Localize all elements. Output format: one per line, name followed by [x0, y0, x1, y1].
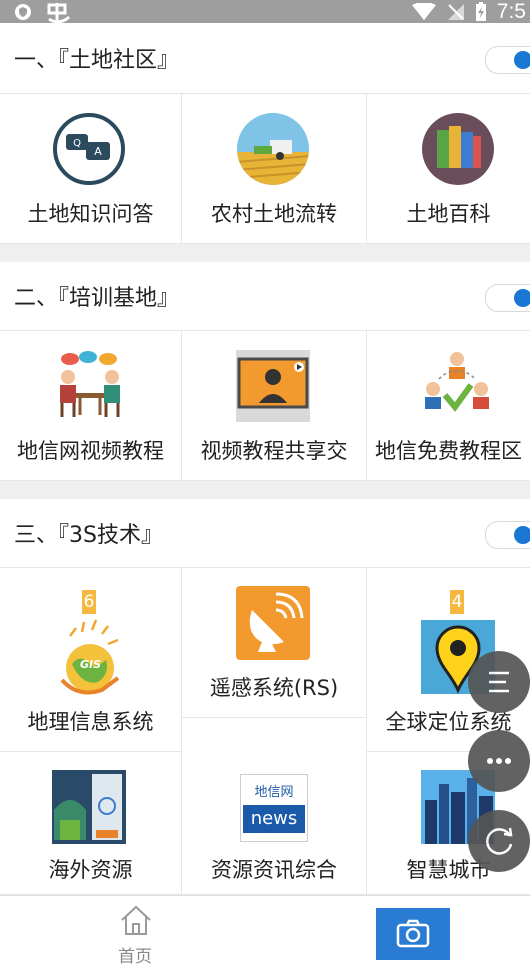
section-header-3s-tech: 三、『3S技术』: [0, 499, 530, 567]
refresh-fab[interactable]: [468, 810, 530, 872]
grid-item-remote-sensing[interactable]: 遥感系统(RS): [182, 568, 367, 718]
item-count-badge: 4: [450, 590, 464, 614]
more-fab[interactable]: [468, 730, 530, 792]
wifi-icon: [411, 2, 436, 20]
grid-item-label: 地信网视频教程: [17, 439, 164, 463]
section-header-training-base: 二、『培训基地』: [0, 262, 530, 330]
grid-item-label: 资源资讯综合: [211, 858, 337, 882]
section-title: 二、『培训基地』: [14, 286, 180, 311]
grid-item-label: 农村土地流转: [211, 202, 337, 226]
svg-text:Q: Q: [73, 138, 81, 149]
grid-item-label: 地信免费教程区: [375, 439, 522, 463]
grid-item-video-tutorial[interactable]: 地信网视频教程: [0, 331, 182, 481]
grid-item-gis[interactable]: 6 GIS 地理信息系统: [0, 568, 182, 752]
section-toggle[interactable]: [485, 46, 530, 74]
section-title: 三、『3S技术』: [14, 523, 163, 548]
camera-button[interactable]: [376, 908, 450, 960]
satellite-dish-icon: [236, 586, 310, 660]
toggle-knob: [514, 289, 530, 307]
grid-item-overseas[interactable]: 海外资源: [0, 752, 182, 895]
meeting-people-icon: [60, 351, 120, 417]
menu-fab[interactable]: [468, 651, 530, 713]
nav-home-label: 首页: [118, 947, 152, 967]
grid-item-label: 土地知识问答: [27, 202, 154, 226]
more-dots-icon: [487, 758, 511, 764]
signal-icon: [447, 3, 464, 20]
grid-item-land-encyclopedia[interactable]: 土地百科: [367, 94, 530, 244]
grid-item-label: 海外资源: [48, 858, 133, 882]
svg-text:A: A: [94, 145, 102, 158]
section-separator: [0, 481, 530, 499]
grid-item-video-share[interactable]: 视频教程共享交: [182, 331, 367, 481]
status-bar: 7:5: [0, 0, 530, 23]
grid-item-label: 地理信息系统: [27, 710, 154, 734]
grid-item-label: 视频教程共享交: [200, 439, 348, 463]
shield-status-icon: [15, 3, 31, 20]
toggle-knob: [514, 51, 530, 69]
grid-item-resource-news[interactable]: 地信网 news 资源资讯综合: [182, 718, 367, 895]
grid-item-label: 遥感系统(RS): [209, 676, 339, 700]
books-icon: [422, 113, 494, 185]
grid-item-free-tutorial[interactable]: 地信免费教程区: [367, 331, 530, 481]
bottom-nav: 首页: [0, 895, 530, 967]
news-logo-icon: 地信网 news: [240, 774, 308, 842]
nav-home[interactable]: 首页: [114, 900, 158, 967]
battery-icon: [475, 1, 486, 21]
toggle-knob: [514, 526, 530, 544]
grid-item-label: 土地百科: [406, 202, 491, 226]
app-status-icon: [47, 2, 71, 23]
svg-text:GIS: GIS: [80, 658, 101, 671]
gis-globe-icon: GIS: [60, 619, 120, 695]
news-logo-bottom-text: news: [243, 805, 305, 833]
section-separator: [0, 244, 530, 262]
qa-bubbles-icon: Q A: [53, 113, 125, 185]
home-icon: [121, 905, 151, 935]
clock-time: 7:5: [496, 0, 526, 23]
section-toggle[interactable]: [485, 521, 530, 549]
harvester-field-icon: [237, 113, 309, 185]
refresh-icon: [486, 827, 513, 855]
list-menu-icon: [489, 671, 509, 693]
item-count-badge: 6: [82, 590, 96, 614]
section-header-land-community: 一、『土地社区』: [0, 24, 530, 92]
video-screen-icon: [236, 350, 310, 422]
camera-icon: [396, 919, 430, 948]
grid-item-land-qa[interactable]: Q A 土地知识问答: [0, 94, 182, 244]
team-check-icon: [425, 352, 489, 412]
news-logo-top-text: 地信网: [254, 785, 294, 800]
overseas-building-icon: [52, 770, 126, 844]
grid-item-land-transfer[interactable]: 农村土地流转: [182, 94, 367, 244]
section-toggle[interactable]: [485, 284, 530, 312]
section-title: 一、『土地社区』: [14, 48, 180, 73]
